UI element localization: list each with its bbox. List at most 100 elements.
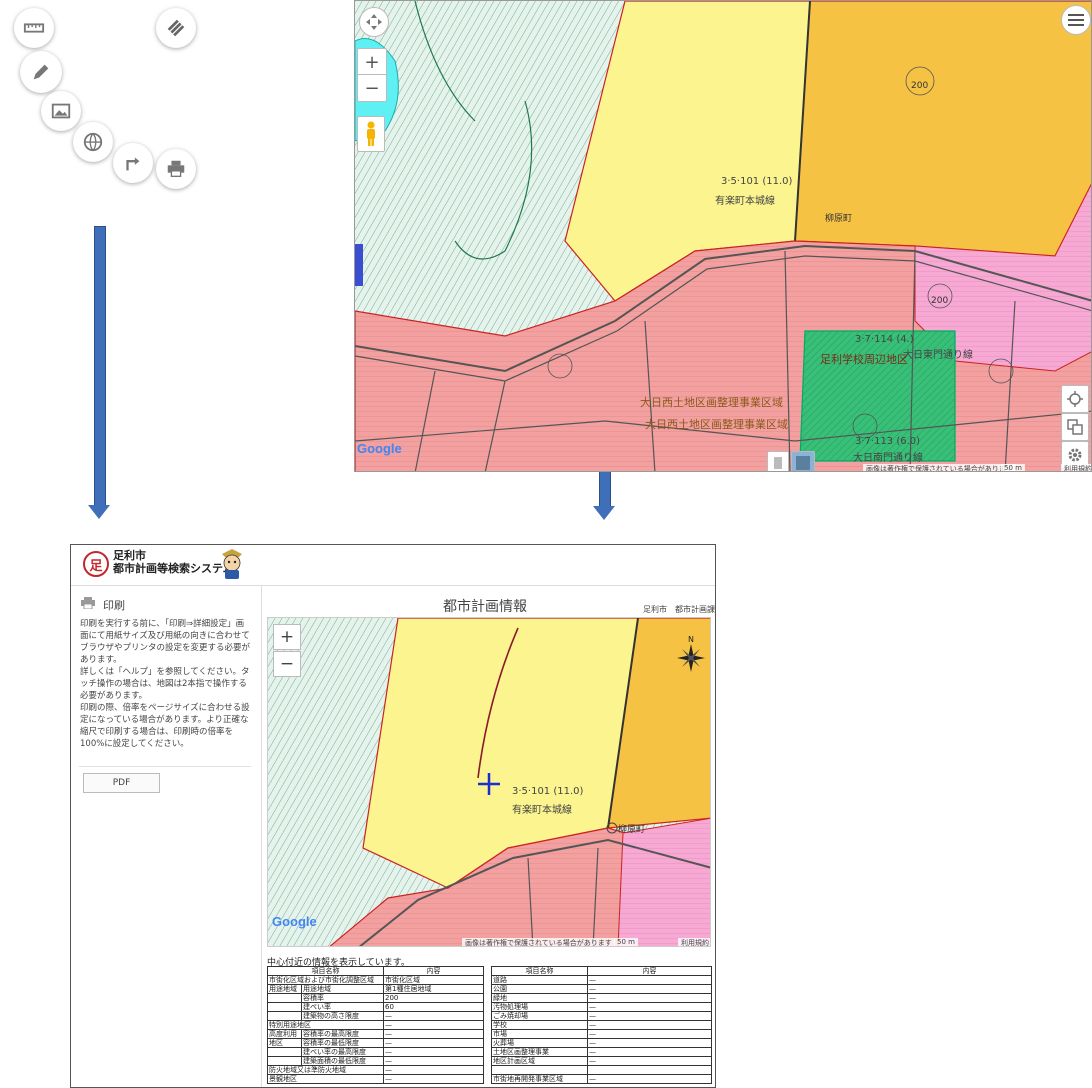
top-map-gov-value-2: 200: [931, 296, 949, 306]
pdf-button[interactable]: PDF: [83, 773, 160, 793]
column-header: 内容: [383, 966, 484, 976]
satellite-thumbnail-icon: [796, 456, 810, 470]
table-header-row: 項目名称 内容: [491, 966, 712, 976]
globe-icon: [83, 132, 103, 152]
image-tool-button[interactable]: [41, 91, 81, 131]
item-value-cell: —: [383, 1047, 484, 1057]
item-name-cell: 市街地再開発事業区域: [491, 1074, 588, 1084]
column-header: 内容: [587, 966, 712, 976]
item-name-cell: 市街化区域および市街化調整区域: [267, 975, 384, 985]
print-preview-page: 足 足利市 都市計画等検索システム 印刷 印刷を実行する前に、「印刷⇒詳細設定」…: [70, 544, 716, 1088]
top-map-layer-thumb-2[interactable]: [791, 451, 815, 471]
table-row: 建築面積の最低限度 —: [267, 1056, 484, 1066]
print-map[interactable]: + − N 3·5·101 (11.0) 有楽町本城線 柳原町 Google 画…: [267, 617, 711, 947]
item-group-cell: [267, 1011, 302, 1021]
ruler-icon: [23, 23, 45, 33]
top-map-google-logo: Google: [357, 441, 402, 456]
item-name-cell: 防火地域又は準防火地域: [267, 1065, 384, 1075]
item-value-cell: 第1種住居地域: [383, 984, 484, 994]
print-map-google-logo: Google: [272, 914, 317, 929]
top-map[interactable]: 3·5·101 (11.0) 有楽町本城線 柳原町 大日西土地区画整理事業区域 …: [354, 0, 1092, 472]
top-map-district-label-2: 大日西土地区画整理事業区域: [645, 418, 788, 431]
item-value-cell: —: [383, 1065, 484, 1075]
item-group-cell: 地区: [267, 1038, 302, 1048]
draw-tool-button[interactable]: [20, 51, 62, 93]
item-value-cell: —: [587, 1074, 712, 1084]
image-icon: [51, 103, 71, 119]
route-tool-button[interactable]: [113, 143, 153, 183]
item-name-cell: ごみ焼却場: [491, 1011, 588, 1021]
top-map-yanagihara-label: 柳原町: [825, 214, 853, 224]
print-map-copyright[interactable]: 画像は著作権で保護されている場合があります: [462, 938, 615, 946]
item-group-cell: [267, 993, 302, 1003]
table-row: 土地区画整理事業 —: [491, 1047, 712, 1057]
item-name-cell: 道路: [491, 975, 588, 985]
table-row: 地区 容積率の最低限度 —: [267, 1038, 484, 1048]
top-map-route-label: 3·5·101 (11.0): [721, 176, 793, 187]
top-map-copy-button[interactable]: [1061, 413, 1089, 441]
top-map-layer-thumb-1[interactable]: [767, 451, 789, 471]
layers-icon: [167, 19, 185, 37]
item-value-cell: —: [587, 1047, 712, 1057]
arrow-shaft-left: [94, 226, 106, 508]
gear-icon: [1068, 448, 1082, 462]
city-logo-mark: 足: [83, 551, 109, 577]
item-value-cell: —: [383, 1029, 484, 1039]
item-value-cell: —: [587, 1020, 712, 1030]
top-map-zoom-in-button[interactable]: +: [357, 48, 387, 76]
top-map-district-label-1: 大日西土地区画整理事業区域: [640, 396, 783, 409]
top-map-pan-control[interactable]: [359, 7, 389, 37]
top-map-east-route-label: 3·7·114 (4.): [855, 334, 914, 345]
pan-arrows-icon: [366, 14, 382, 30]
item-group-cell: [267, 1056, 302, 1066]
table-row: 建ぺい率 60: [267, 1002, 484, 1012]
item-name-cell: 特別用途地区: [267, 1020, 384, 1030]
top-map-east-route-name: 大日東門通り線: [903, 350, 973, 361]
item-name-cell: 景観地区: [267, 1074, 384, 1084]
item-value-cell: —: [383, 1011, 484, 1021]
globe-tool-button[interactable]: [73, 122, 113, 162]
page-title: 都市計画情報: [443, 599, 527, 615]
item-name-cell: 建ぺい率の最高限度: [301, 1047, 384, 1057]
top-map-route-name: 有楽町本城線: [715, 196, 775, 207]
item-value-cell: —: [587, 993, 712, 1003]
item-name-cell: 学校: [491, 1020, 588, 1030]
pencil-icon: [33, 64, 49, 80]
google-wordmark: Google: [357, 441, 402, 456]
item-value-cell: —: [587, 984, 712, 994]
item-value-cell: 市街化区域: [383, 975, 484, 985]
pegman-icon: [367, 121, 375, 146]
table-row: 公園 —: [491, 984, 712, 994]
table-row: 防火地域又は準防火地域 —: [267, 1065, 484, 1075]
print-map-terms-link[interactable]: 利用規約: [678, 938, 710, 946]
svg-text:N: N: [688, 635, 694, 644]
top-map-copyright[interactable]: 画像は著作権で保護されている場合があります: [863, 464, 1016, 471]
item-name-cell: 汚物処理場: [491, 1002, 588, 1012]
item-value-cell: —: [587, 1011, 712, 1021]
top-map-terms-link[interactable]: 利用規約: [1061, 464, 1091, 471]
table-row: 火葬場 —: [491, 1038, 712, 1048]
ruler-tool-button[interactable]: [14, 8, 54, 48]
sidebar-title: 印刷: [103, 599, 125, 612]
mascot-character-image: [222, 549, 242, 579]
item-value-cell: 200: [383, 993, 484, 1003]
item-value-cell: —: [587, 1038, 712, 1048]
print-tool-button[interactable]: [156, 149, 196, 189]
top-map-gov-value-1: 200: [911, 81, 929, 91]
top-map-locate-button[interactable]: [1061, 385, 1089, 413]
page-subtitle: 足利市 都市計画課: [643, 605, 715, 614]
item-value-cell: [587, 1065, 712, 1075]
street-view-pegman[interactable]: [357, 116, 385, 152]
top-map-zoom-out-button[interactable]: −: [357, 74, 387, 102]
site-logo-text[interactable]: 足利市 都市計画等検索システム: [113, 549, 234, 575]
layers-tool-button[interactable]: [156, 8, 196, 48]
print-map-zoom-out-button[interactable]: −: [273, 651, 301, 677]
map-center-crosshair-icon: [478, 773, 500, 795]
table-row: 地区計画区域 —: [491, 1056, 712, 1066]
item-value-cell: —: [587, 1002, 712, 1012]
item-name-cell: 土地区画整理事業: [491, 1047, 588, 1057]
item-name-cell: 容積率の最高限度: [301, 1029, 384, 1039]
print-map-zoom-in-button[interactable]: +: [273, 624, 301, 650]
top-map-menu-button[interactable]: [1061, 5, 1091, 35]
item-value-cell: —: [587, 975, 712, 985]
